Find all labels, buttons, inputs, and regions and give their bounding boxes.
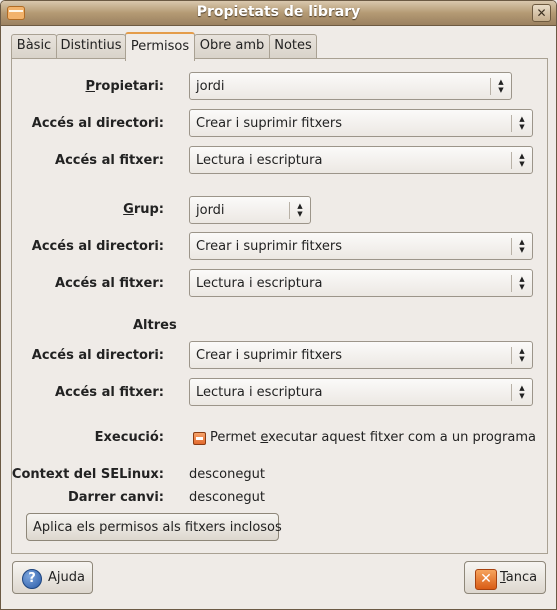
others-file-access-combo[interactable]: Lectura i escriptura ▲ ▼	[189, 378, 533, 406]
group-file-access-label: Accés al fitxer:	[55, 276, 164, 291]
tab-basic[interactable]: Bàsic	[11, 34, 57, 58]
spin-arrows-icon: ▲ ▼	[498, 78, 504, 94]
apply-permissions-button[interactable]: Aplica els permisos als fitxers inclosos	[26, 513, 282, 541]
spin-arrows-icon: ▲ ▼	[519, 238, 525, 254]
window-title: Propietats de library	[196, 4, 361, 20]
tab-notes[interactable]: Notes	[269, 34, 317, 58]
permissions-panel: Propietari: jordi ▲ ▼ Accés al directori:…	[11, 58, 548, 554]
others-section-title: Altres	[133, 318, 177, 333]
selinux-label: Context del SELinux:	[11, 467, 164, 482]
owner-dir-access-label: Accés al directori:	[31, 116, 164, 131]
close-button[interactable]: ✕ Tanca	[464, 561, 546, 594]
group-dir-access-combo[interactable]: Crear i suprimir fitxers ▲ ▼	[189, 232, 533, 260]
tab-permissions[interactable]: Permisos	[125, 32, 195, 61]
window-close-icon[interactable]: ✕	[532, 4, 551, 22]
execute-checkbox[interactable]	[193, 432, 206, 445]
properties-window: Propietats de library ✕ Bàsic Distintius…	[0, 0, 557, 610]
group-value: jordi	[196, 203, 225, 218]
spin-arrows-icon: ▲ ▼	[297, 202, 303, 218]
others-file-access-label: Accés al fitxer:	[55, 385, 164, 400]
spin-arrows-icon: ▲ ▼	[519, 152, 525, 168]
close-icon: ✕	[475, 569, 497, 590]
group-label: Grup:	[123, 202, 164, 217]
group-file-access-value: Lectura i escriptura	[196, 276, 323, 291]
execution-label: Execució:	[94, 430, 164, 445]
last-change-label: Darrer canvi:	[67, 490, 164, 505]
spin-arrows-icon: ▲ ▼	[519, 115, 525, 131]
tab-open-with[interactable]: Obre amb	[194, 34, 270, 58]
execute-checkbox-label[interactable]: Permet executar aquest fitxer com a un p…	[210, 430, 536, 445]
title-bar[interactable]: Propietats de library ✕	[1, 1, 556, 26]
help-button-label: Ajuda	[48, 570, 85, 585]
owner-file-access-combo[interactable]: Lectura i escriptura ▲ ▼	[189, 146, 533, 174]
close-button-label: Tanca	[500, 570, 538, 585]
spin-arrows-icon: ▲ ▼	[519, 275, 525, 291]
group-dir-access-value: Crear i suprimir fitxers	[196, 239, 342, 254]
others-dir-access-combo[interactable]: Crear i suprimir fitxers ▲ ▼	[189, 341, 533, 369]
owner-dir-access-combo[interactable]: Crear i suprimir fitxers ▲ ▼	[189, 109, 533, 137]
spin-arrows-icon: ▲ ▼	[519, 347, 525, 363]
group-combo[interactable]: jordi ▲ ▼	[189, 196, 311, 224]
owner-dir-access-value: Crear i suprimir fitxers	[196, 116, 342, 131]
owner-file-access-value: Lectura i escriptura	[196, 153, 323, 168]
group-file-access-combo[interactable]: Lectura i escriptura ▲ ▼	[189, 269, 533, 297]
help-button[interactable]: ? Ajuda	[12, 561, 93, 594]
others-file-access-value: Lectura i escriptura	[196, 385, 323, 400]
owner-value: jordi	[196, 79, 225, 94]
others-dir-access-label: Accés al directori:	[31, 348, 164, 363]
owner-file-access-label: Accés al fitxer:	[55, 153, 164, 168]
others-dir-access-value: Crear i suprimir fitxers	[196, 348, 342, 363]
owner-label: Propietari:	[85, 79, 164, 94]
owner-combo[interactable]: jordi ▲ ▼	[189, 72, 512, 100]
spin-arrows-icon: ▲ ▼	[519, 384, 525, 400]
group-dir-access-label: Accés al directori:	[31, 239, 164, 254]
tab-emblems[interactable]: Distintius	[56, 34, 126, 58]
help-icon: ?	[22, 569, 42, 589]
selinux-value: desconegut	[189, 467, 265, 482]
last-change-value: desconegut	[189, 490, 265, 505]
